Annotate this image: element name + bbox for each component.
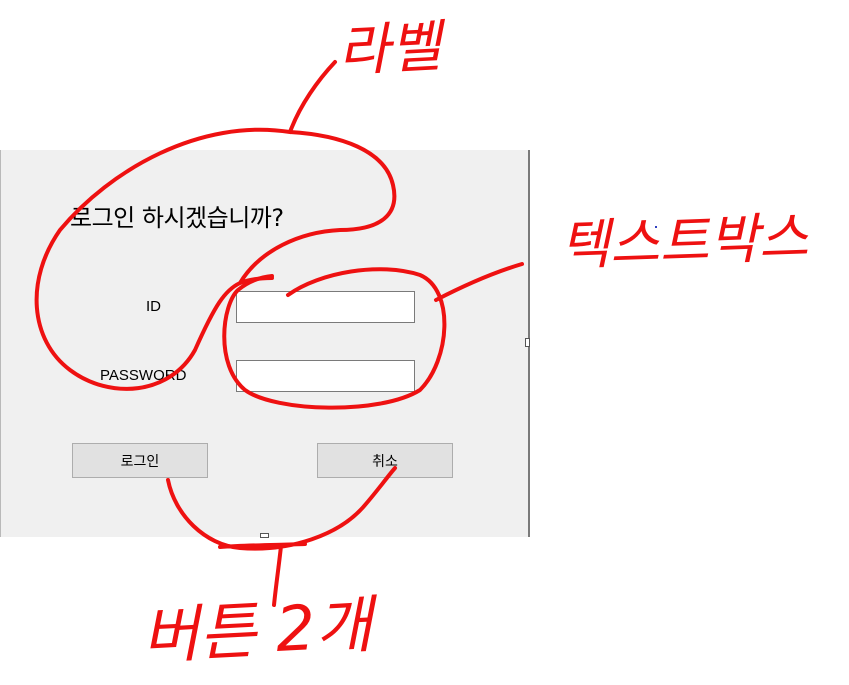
password-label: PASSWORD [100,367,187,384]
annotation-buttons-text: 버튼 2개 [140,588,375,673]
stray-dot [655,226,657,228]
annotation-label-text: 라벨 [336,14,443,85]
resize-handle-right[interactable] [525,338,530,347]
login-button[interactable]: 로그인 [72,443,208,478]
form-title-label: 로그인 하시겠습니까? [70,204,284,232]
id-textbox[interactable] [236,291,415,323]
password-textbox[interactable] [236,360,415,392]
cancel-button[interactable]: 취소 [317,443,453,478]
annotation-textbox-text: 텍스트박스 [558,205,810,278]
id-label: ID [146,298,161,315]
resize-handle-bottom[interactable] [260,533,269,538]
